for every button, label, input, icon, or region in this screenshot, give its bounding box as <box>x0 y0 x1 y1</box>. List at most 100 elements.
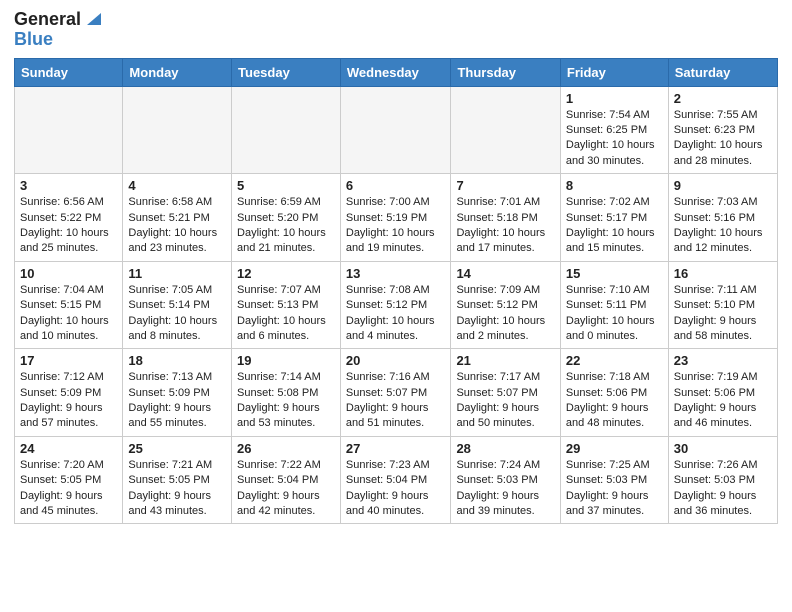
calendar-cell: 15Sunrise: 7:10 AM Sunset: 5:11 PM Dayli… <box>560 261 668 349</box>
day-number: 28 <box>456 441 554 456</box>
weekday-header: Wednesday <box>340 58 451 86</box>
day-number: 24 <box>20 441 117 456</box>
day-number: 7 <box>456 178 554 193</box>
cell-text: Sunrise: 7:22 AM Sunset: 5:04 PM Dayligh… <box>237 458 335 520</box>
weekday-header: Saturday <box>668 58 777 86</box>
day-number: 17 <box>20 353 117 368</box>
calendar-cell: 5 Sunrise: 6:59 AM Sunset: 5:20 PM Daylig… <box>232 174 341 262</box>
calendar-cell: 8Sunrise: 7:02 AM Sunset: 5:17 PM Daylig… <box>560 174 668 262</box>
day-number: 20 <box>346 353 446 368</box>
day-number: 21 <box>456 353 554 368</box>
day-number: 30 <box>674 441 772 456</box>
cell-text: Sunrise: 7:24 AM Sunset: 5:03 PM Dayligh… <box>456 458 554 520</box>
calendar-cell: 19Sunrise: 7:14 AM Sunset: 5:08 PM Dayli… <box>232 349 341 437</box>
calendar-table: SundayMondayTuesdayWednesdayThursdayFrid… <box>14 58 778 525</box>
cell-text: Sunrise: 7:04 AM Sunset: 5:15 PM Dayligh… <box>20 283 117 345</box>
day-number: 11 <box>128 266 226 281</box>
day-number: 26 <box>237 441 335 456</box>
calendar-cell: 16 Sunrise: 7:11 AM Sunset: 5:10 PM Dayli… <box>668 261 777 349</box>
calendar-cell: 26 Sunrise: 7:22 AM Sunset: 5:04 PM Dayli… <box>232 436 341 524</box>
cell-text: Sunrise: 7:07 AM Sunset: 5:13 PM Dayligh… <box>237 283 335 345</box>
calendar-cell <box>340 86 451 174</box>
cell-text: Sunrise: 7:02 AM Sunset: 5:17 PM Dayligh… <box>566 195 663 257</box>
weekday-header: Monday <box>123 58 232 86</box>
cell-text: Sunrise: 7:16 AM Sunset: 5:07 PM Dayligh… <box>346 370 446 432</box>
weekday-header: Friday <box>560 58 668 86</box>
calendar-week-row: 24Sunrise: 7:20 AM Sunset: 5:05 PM Dayli… <box>15 436 778 524</box>
day-number: 6 <box>346 178 446 193</box>
day-number: 23 <box>674 353 772 368</box>
calendar-cell: 4 Sunrise: 6:58 AM Sunset: 5:21 PM Daylig… <box>123 174 232 262</box>
calendar-cell: 22Sunrise: 7:18 AM Sunset: 5:06 PM Dayli… <box>560 349 668 437</box>
cell-text: Sunrise: 7:08 AM Sunset: 5:12 PM Dayligh… <box>346 283 446 345</box>
logo-text-general: General <box>14 10 81 30</box>
day-number: 4 <box>128 178 226 193</box>
logo-text-blue: Blue <box>14 30 53 50</box>
calendar-cell: 12 Sunrise: 7:07 AM Sunset: 5:13 PM Dayli… <box>232 261 341 349</box>
calendar-cell: 11 Sunrise: 7:05 AM Sunset: 5:14 PM Dayli… <box>123 261 232 349</box>
cell-text: Sunrise: 7:00 AM Sunset: 5:19 PM Dayligh… <box>346 195 446 257</box>
calendar-cell: 13 Sunrise: 7:08 AM Sunset: 5:12 PM Dayli… <box>340 261 451 349</box>
day-number: 16 <box>674 266 772 281</box>
cell-text: Sunrise: 7:05 AM Sunset: 5:14 PM Dayligh… <box>128 283 226 345</box>
calendar-cell: 20 Sunrise: 7:16 AM Sunset: 5:07 PM Dayli… <box>340 349 451 437</box>
calendar-cell <box>123 86 232 174</box>
weekday-header: Sunday <box>15 58 123 86</box>
cell-text: Sunrise: 7:01 AM Sunset: 5:18 PM Dayligh… <box>456 195 554 257</box>
cell-text: Sunrise: 7:17 AM Sunset: 5:07 PM Dayligh… <box>456 370 554 432</box>
day-number: 18 <box>128 353 226 368</box>
calendar-cell: 17 Sunrise: 7:12 AM Sunset: 5:09 PM Dayli… <box>15 349 123 437</box>
page-container: General Blue SundayMondayTuesdayWednesda… <box>0 0 792 534</box>
cell-text: Sunrise: 7:10 AM Sunset: 5:11 PM Dayligh… <box>566 283 663 345</box>
cell-text: Sunrise: 6:56 AM Sunset: 5:22 PM Dayligh… <box>20 195 117 257</box>
day-number: 29 <box>566 441 663 456</box>
cell-text: Sunrise: 7:13 AM Sunset: 5:09 PM Dayligh… <box>128 370 226 432</box>
day-number: 10 <box>20 266 117 281</box>
cell-text: Sunrise: 6:59 AM Sunset: 5:20 PM Dayligh… <box>237 195 335 257</box>
day-number: 2 <box>674 91 772 106</box>
calendar-cell: 28 Sunrise: 7:24 AM Sunset: 5:03 PM Dayli… <box>451 436 560 524</box>
day-number: 13 <box>346 266 446 281</box>
cell-text: Sunrise: 7:18 AM Sunset: 5:06 PM Dayligh… <box>566 370 663 432</box>
day-number: 1 <box>566 91 663 106</box>
calendar-cell: 3Sunrise: 6:56 AM Sunset: 5:22 PM Daylig… <box>15 174 123 262</box>
cell-text: Sunrise: 7:09 AM Sunset: 5:12 PM Dayligh… <box>456 283 554 345</box>
cell-text: Sunrise: 7:19 AM Sunset: 5:06 PM Dayligh… <box>674 370 772 432</box>
weekday-header: Thursday <box>451 58 560 86</box>
day-number: 14 <box>456 266 554 281</box>
cell-text: Sunrise: 7:12 AM Sunset: 5:09 PM Dayligh… <box>20 370 117 432</box>
day-number: 25 <box>128 441 226 456</box>
calendar-week-row: 1 Sunrise: 7:54 AM Sunset: 6:25 PM Daylig… <box>15 86 778 174</box>
calendar-cell: 2 Sunrise: 7:55 AM Sunset: 6:23 PM Daylig… <box>668 86 777 174</box>
calendar-cell: 24Sunrise: 7:20 AM Sunset: 5:05 PM Dayli… <box>15 436 123 524</box>
cell-text: Sunrise: 7:11 AM Sunset: 5:10 PM Dayligh… <box>674 283 772 345</box>
calendar-cell: 23 Sunrise: 7:19 AM Sunset: 5:06 PM Dayli… <box>668 349 777 437</box>
calendar-cell <box>451 86 560 174</box>
day-number: 5 <box>237 178 335 193</box>
calendar-cell <box>15 86 123 174</box>
calendar-cell: 30Sunrise: 7:26 AM Sunset: 5:03 PM Dayli… <box>668 436 777 524</box>
cell-text: Sunrise: 7:55 AM Sunset: 6:23 PM Dayligh… <box>674 108 772 170</box>
calendar-week-row: 3Sunrise: 6:56 AM Sunset: 5:22 PM Daylig… <box>15 174 778 262</box>
calendar-cell: 7 Sunrise: 7:01 AM Sunset: 5:18 PM Daylig… <box>451 174 560 262</box>
cell-text: Sunrise: 7:25 AM Sunset: 5:03 PM Dayligh… <box>566 458 663 520</box>
cell-text: Sunrise: 7:54 AM Sunset: 6:25 PM Dayligh… <box>566 108 663 170</box>
logo: General Blue <box>14 10 105 50</box>
page-header: General Blue <box>14 10 778 50</box>
logo-icon <box>83 7 105 29</box>
calendar-week-row: 10 Sunrise: 7:04 AM Sunset: 5:15 PM Dayli… <box>15 261 778 349</box>
calendar-cell <box>232 86 341 174</box>
calendar-cell: 18 Sunrise: 7:13 AM Sunset: 5:09 PM Dayli… <box>123 349 232 437</box>
calendar-header-row: SundayMondayTuesdayWednesdayThursdayFrid… <box>15 58 778 86</box>
calendar-cell: 1 Sunrise: 7:54 AM Sunset: 6:25 PM Daylig… <box>560 86 668 174</box>
calendar-cell: 29 Sunrise: 7:25 AM Sunset: 5:03 PM Dayli… <box>560 436 668 524</box>
cell-text: Sunrise: 7:23 AM Sunset: 5:04 PM Dayligh… <box>346 458 446 520</box>
calendar-week-row: 17 Sunrise: 7:12 AM Sunset: 5:09 PM Dayli… <box>15 349 778 437</box>
calendar-cell: 6 Sunrise: 7:00 AM Sunset: 5:19 PM Daylig… <box>340 174 451 262</box>
calendar-cell: 14 Sunrise: 7:09 AM Sunset: 5:12 PM Dayli… <box>451 261 560 349</box>
cell-text: Sunrise: 6:58 AM Sunset: 5:21 PM Dayligh… <box>128 195 226 257</box>
day-number: 19 <box>237 353 335 368</box>
calendar-cell: 10 Sunrise: 7:04 AM Sunset: 5:15 PM Dayli… <box>15 261 123 349</box>
day-number: 12 <box>237 266 335 281</box>
day-number: 27 <box>346 441 446 456</box>
